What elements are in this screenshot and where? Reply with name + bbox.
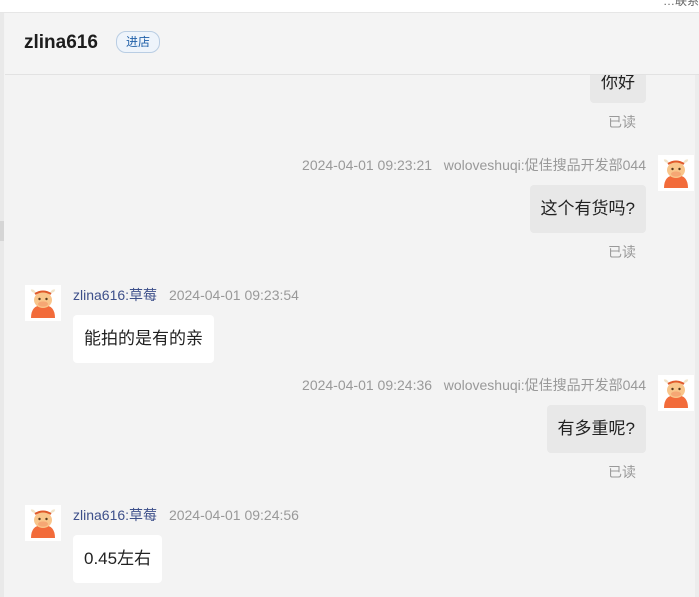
cartoon-cow-avatar-icon (658, 375, 694, 411)
cartoon-cow-avatar-icon (658, 155, 694, 191)
message-timestamp: 2024-04-01 09:23:21 (302, 157, 433, 173)
cartoon-cow-avatar-icon (25, 285, 61, 321)
message-text: 这个有货吗? (540, 199, 635, 218)
message-timestamp: 2024-04-01 09:24:56 (168, 507, 299, 523)
message-bubble[interactable]: 这个有货吗? (529, 185, 646, 233)
enter-shop-button[interactable]: 进店 (116, 31, 161, 53)
shop-avatar[interactable] (25, 505, 61, 541)
message-text: 能拍的是有的亲 (84, 329, 203, 348)
chat-header: zlina616 进店 (5, 13, 699, 75)
message-meta: 2024-04-01 09:23:21 woloveshuqi:促佳搜品开发部0… (302, 155, 646, 175)
message-bubble[interactable]: 能拍的是有的亲 (73, 315, 214, 363)
message-meta: zlina616:草莓 2024-04-01 09:23:54 (73, 285, 299, 305)
message-text: 有多重呢? (557, 419, 635, 438)
message-sender: zlina616:草莓 (73, 287, 158, 303)
message-text: 你好 (601, 75, 635, 92)
message-bubble[interactable]: 0.45左右 (73, 535, 163, 583)
user-avatar[interactable] (658, 375, 694, 411)
message-timestamp: 2024-04-01 09:23:54 (168, 287, 299, 303)
message-bubble[interactable]: 你好 (590, 75, 646, 103)
left-edge (0, 13, 4, 597)
read-status: 已读 (608, 114, 636, 130)
left-edge-marker (0, 221, 4, 241)
read-status: 已读 (608, 244, 636, 260)
right-edge (695, 75, 699, 597)
shop-avatar[interactable] (25, 285, 61, 321)
message-bubble[interactable]: 有多重呢? (546, 405, 646, 453)
user-avatar[interactable] (658, 155, 694, 191)
message-meta: zlina616:草莓 2024-04-01 09:24:56 (73, 505, 299, 525)
cartoon-cow-avatar-icon (25, 505, 61, 541)
top-strip-text: …联系 (662, 0, 699, 8)
message-sender: woloveshuqi:促佳搜品开发部044 (443, 157, 646, 173)
shop-name: zlina616 (24, 32, 98, 53)
message-sender: zlina616:草莓 (73, 507, 158, 523)
read-status: 已读 (608, 464, 636, 480)
message-list[interactable]: 你好 已读 2024-04-01 09:23:21 woloveshuqi:促佳… (5, 75, 699, 597)
message-timestamp: 2024-04-01 09:24:36 (302, 377, 433, 393)
message-text: 0.45左右 (84, 549, 152, 568)
message-sender: woloveshuqi:促佳搜品开发部044 (443, 377, 646, 393)
top-strip: …联系 (0, 0, 699, 13)
message-meta: 2024-04-01 09:24:36 woloveshuqi:促佳搜品开发部0… (302, 375, 646, 395)
chat-window: …联系 zlina616 进店 你好 已读 2024-04-01 09:23:2… (0, 0, 699, 597)
